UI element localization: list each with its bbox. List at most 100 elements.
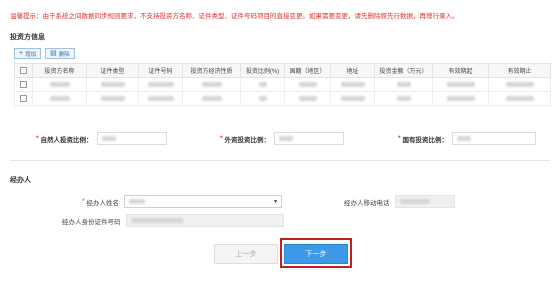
blurred-value: [100, 95, 125, 101]
foreign-ratio-field: * 外资投资比例：: [220, 132, 345, 145]
next-step-button[interactable]: 下一步: [284, 244, 348, 264]
agent-name-label: 经办人姓名: [86, 199, 120, 207]
blurred-value: [340, 81, 365, 87]
table-cell: [240, 77, 285, 92]
blurred-value: [279, 136, 294, 141]
foreign-ratio-input[interactable]: [274, 132, 345, 145]
agent-phone-field: 经办人移动电话: [344, 195, 455, 208]
table-cell: [374, 77, 433, 92]
add-row-label: 增加: [25, 51, 37, 58]
delete-row-button[interactable]: ▤ 删除: [45, 48, 75, 59]
agent-id-value: [125, 214, 284, 227]
blurred-value: [201, 95, 222, 101]
blurred-value: [457, 136, 472, 141]
table-cell: [86, 91, 139, 106]
agent-phone-value: [394, 195, 455, 208]
agent-name-field: * 经办人姓名 ▼: [82, 195, 283, 208]
row-checkbox[interactable]: [20, 81, 27, 88]
agent-id-field: 经办人身份证件号码: [62, 214, 284, 227]
agent-phone-label: 经办人移动电话: [344, 199, 390, 207]
blurred-value: [258, 95, 267, 101]
table-cell: [86, 77, 139, 92]
investor-section-title: 投资方信息: [10, 34, 45, 41]
select-all-header: [14, 63, 33, 78]
table-cell: [432, 91, 489, 106]
table-header-row: 投资方名称 证件类型 证件号码 投资方经济性质 投资比例(%) 国籍（地区） 地…: [14, 63, 551, 78]
blurred-value: [446, 95, 475, 101]
column-header: 有效期起: [432, 63, 489, 78]
column-header: 证件类型: [86, 63, 139, 78]
blurred-value: [49, 95, 70, 101]
row-select-cell: [14, 77, 33, 92]
row-select-cell: [14, 91, 33, 106]
blurred-value: [101, 136, 116, 141]
agent-id-label: 经办人身份证件号码: [62, 218, 121, 226]
table-cell: [32, 77, 87, 92]
table-cell: [374, 91, 433, 106]
section-divider: [10, 160, 550, 161]
column-header: 证件号码: [138, 63, 183, 78]
blurred-value: [396, 81, 411, 87]
column-header: 投资方经济性质: [182, 63, 241, 78]
column-header: 投资比例(%): [240, 63, 285, 78]
state-owned-ratio-input[interactable]: [452, 132, 537, 145]
blurred-value: [399, 199, 430, 204]
investor-toolbar: + 增加 ▤ 删除: [14, 48, 75, 59]
column-header: 国籍（地区）: [284, 63, 331, 78]
table-cell: [488, 77, 551, 92]
state-owned-ratio-field: * 国有投资比例：: [398, 132, 537, 145]
table-cell: [240, 91, 285, 106]
blurred-value: [147, 81, 174, 87]
trash-icon: ▤: [50, 50, 57, 57]
blurred-value: [298, 95, 317, 101]
blurred-value: [147, 95, 174, 101]
table-cell: [182, 77, 241, 92]
table-cell: [330, 91, 375, 106]
column-header: 投资金额（万元）: [374, 63, 433, 78]
table-cell: [182, 91, 241, 106]
natural-person-ratio-input[interactable]: [96, 132, 167, 145]
chevron-down-icon: ▼: [273, 199, 279, 205]
natural-person-ratio-field: * 自然人投资比例：: [36, 132, 167, 145]
table-cell: [488, 91, 551, 106]
add-row-button[interactable]: + 增加: [14, 48, 42, 59]
plus-icon: +: [19, 50, 24, 57]
natural-person-ratio-label: 自然人投资比例：: [40, 136, 93, 144]
blurred-value: [505, 95, 534, 101]
blurred-value: [130, 218, 183, 223]
prev-step-button[interactable]: 上一步: [214, 244, 278, 264]
blurred-value: [446, 81, 475, 87]
blurred-value: [258, 81, 267, 87]
column-header: 有效期止: [488, 63, 551, 78]
agent-section-title: 经办人: [10, 177, 31, 184]
blurred-value: [49, 81, 70, 87]
investment-ratio-row: * 自然人投资比例： * 外资投资比例： * 国有投资比例：: [0, 132, 558, 146]
column-header: 投资方名称: [32, 63, 87, 78]
table-cell: [284, 77, 331, 92]
required-mark: *: [82, 198, 85, 205]
warning-tip: 温馨提示：由于系统之间数据同步规则要求，不支持投资方名称、证件类型、证件号码项目…: [10, 13, 459, 20]
table-cell: [432, 77, 489, 92]
required-mark: *: [36, 135, 39, 142]
investor-table: 投资方名称 证件类型 证件号码 投资方经济性质 投资比例(%) 国籍（地区） 地…: [14, 63, 551, 106]
blurred-value: [298, 81, 317, 87]
blurred-value: [201, 81, 222, 87]
table-cell: [138, 77, 183, 92]
table-cell: [138, 91, 183, 106]
blurred-value: [396, 95, 411, 101]
delete-row-label: 删除: [58, 51, 70, 58]
column-header: 地址: [330, 63, 375, 78]
agent-name-select[interactable]: ▼: [124, 195, 283, 208]
row-checkbox[interactable]: [20, 95, 27, 102]
required-mark: *: [220, 135, 223, 142]
table-row[interactable]: [14, 91, 551, 106]
blurred-value: [129, 199, 146, 204]
select-all-checkbox[interactable]: [20, 66, 27, 74]
table-cell: [284, 91, 331, 106]
table-row[interactable]: [14, 77, 551, 92]
blurred-value: [505, 81, 534, 87]
table-cell: [330, 77, 375, 92]
state-owned-ratio-label: 国有投资比例：: [402, 136, 449, 144]
blurred-value: [340, 95, 365, 101]
table-cell: [32, 91, 87, 106]
